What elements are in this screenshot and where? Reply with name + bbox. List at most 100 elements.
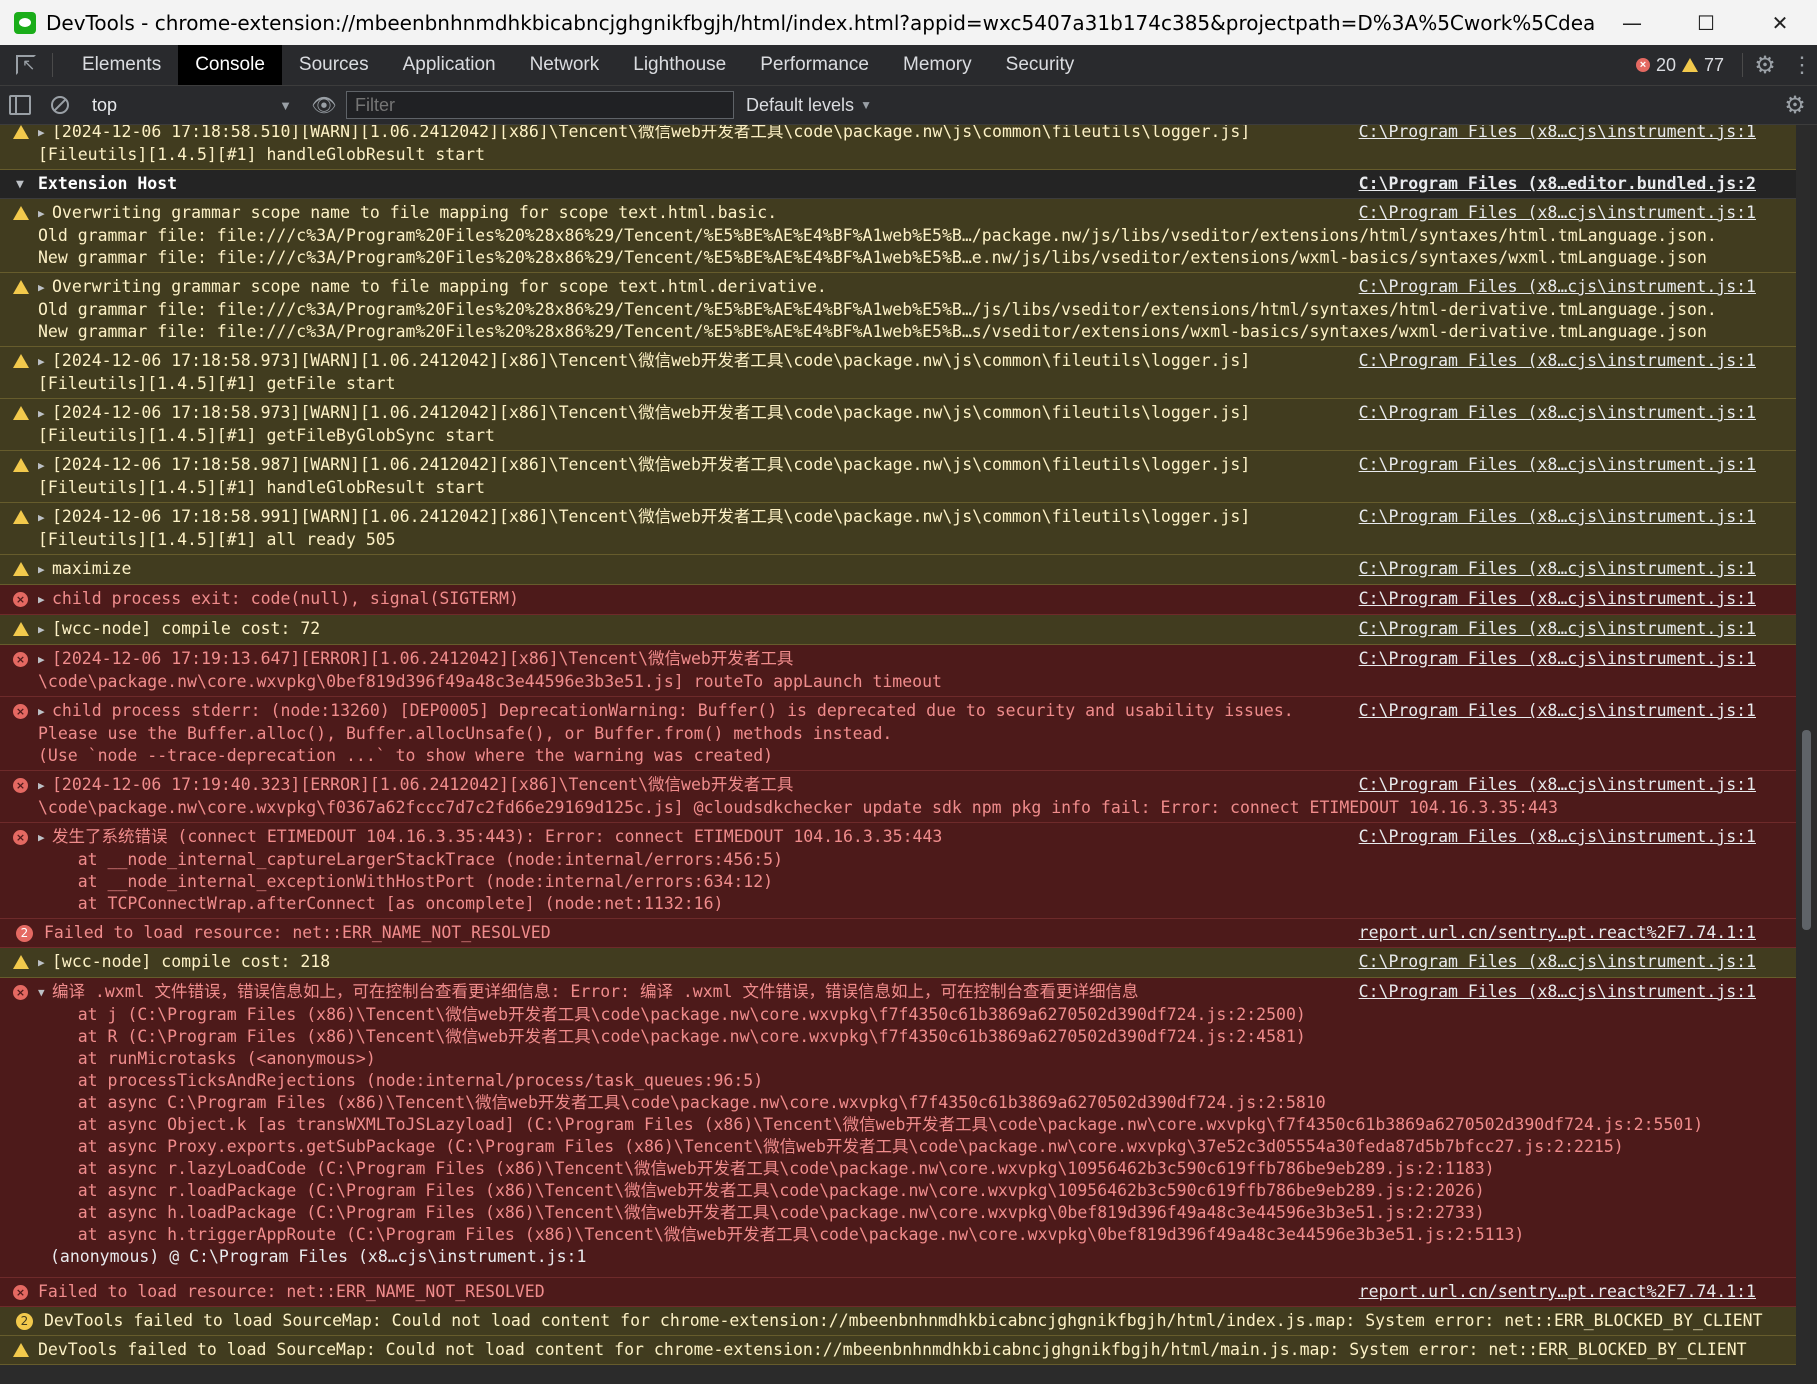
source-link[interactable]: C:\Program Files (x8…cjs\instrument.js:1 bbox=[1359, 618, 1756, 640]
console-warning-message[interactable]: ▶ [wcc-node] compile cost: 218 C:\Program … bbox=[0, 948, 1796, 978]
expand-triangle-icon[interactable]: ▼ bbox=[16, 174, 24, 196]
minimize-button[interactable]: — bbox=[1595, 0, 1669, 45]
stack-anonymous-link[interactable]: (anonymous) @ C:\Program Files (x8…cjs\i… bbox=[38, 1246, 1496, 1274]
tab-sources[interactable]: Sources bbox=[282, 45, 386, 85]
console-warning-message[interactable]: 2 DevTools failed to load SourceMap: Coul… bbox=[0, 1307, 1796, 1336]
message-text: at processTicksAndRejections (node:inter… bbox=[38, 1071, 764, 1090]
console-error-message[interactable]: × ▶ [2024-12-06 17:19:13.647][ERROR][1.06.… bbox=[0, 645, 1796, 697]
console-messages[interactable]: ▶ [2024-12-06 17:18:58.510][WARN][1.06.24… bbox=[0, 125, 1796, 1384]
maximize-button[interactable]: ☐ bbox=[1669, 0, 1743, 45]
tab-elements[interactable]: Elements bbox=[65, 45, 178, 85]
source-link[interactable]: C:\Program Files (x8…cjs\instrument.js:1 bbox=[1359, 826, 1756, 848]
warning-icon bbox=[13, 406, 29, 420]
source-link[interactable]: C:\Program Files (x8…cjs\instrument.js:1 bbox=[1359, 774, 1756, 796]
console-warning-message[interactable]: DevTools failed to load SourceMap: Could… bbox=[0, 1336, 1796, 1365]
expand-triangle-icon[interactable]: ▶ bbox=[38, 589, 52, 611]
source-link[interactable]: C:\Program Files (x8…cjs\instrument.js:1 bbox=[1359, 402, 1756, 424]
expand-triangle-icon[interactable]: ▶ bbox=[38, 701, 52, 723]
console-warning-message[interactable]: ▶ [2024-12-06 17:18:58.973][WARN][1.06.24… bbox=[0, 347, 1796, 399]
chevron-down-icon: ▼ bbox=[860, 98, 872, 112]
console-error-message[interactable]: × ▶ 发生了系统错误 (connect ETIMEDOUT 104.16.3.35… bbox=[0, 823, 1796, 919]
expand-triangle-icon[interactable]: ▶ bbox=[38, 649, 52, 671]
filter-input[interactable] bbox=[346, 91, 734, 119]
console-settings-gear-icon[interactable]: ⚙ bbox=[1773, 91, 1817, 120]
source-link[interactable]: C:\Program Files (x8…cjs\instrument.js:1 bbox=[1359, 125, 1756, 143]
warning-icon bbox=[13, 125, 29, 139]
tab-network[interactable]: Network bbox=[513, 45, 617, 85]
source-link[interactable]: report.url.cn/sentry…pt.react%2F7.74.1:1 bbox=[1359, 922, 1756, 944]
warning-icon bbox=[13, 206, 29, 220]
source-link[interactable]: C:\Program Files (x8…cjs\instrument.js:1 bbox=[1359, 588, 1756, 610]
message-line: Extension Host bbox=[38, 173, 1496, 195]
console-warning-message[interactable]: ▶ [2024-12-06 17:18:58.987][WARN][1.06.24… bbox=[0, 451, 1796, 503]
source-link[interactable]: C:\Program Files (x8…cjs\instrument.js:1 bbox=[1359, 981, 1756, 1003]
expand-triangle-icon[interactable]: ▶ bbox=[38, 775, 52, 797]
console-error-message[interactable]: × ▼ 编译 .wxml 文件错误，错误信息如上，可在控制台查看更详细信息: Err… bbox=[0, 978, 1796, 1278]
scrollbar-thumb[interactable] bbox=[1802, 730, 1811, 930]
tab-performance[interactable]: Performance bbox=[743, 45, 886, 85]
expand-triangle-icon[interactable]: ▶ bbox=[38, 455, 52, 477]
clear-console-icon[interactable] bbox=[40, 96, 80, 114]
expand-triangle-icon[interactable]: ▶ bbox=[38, 125, 52, 144]
more-options-icon[interactable]: ⋮ bbox=[1787, 52, 1817, 78]
expand-triangle-icon[interactable]: ▶ bbox=[38, 203, 52, 225]
source-link[interactable]: C:\Program Files (x8…editor.bundled.js:2 bbox=[1359, 173, 1756, 195]
expand-triangle-icon[interactable]: ▶ bbox=[38, 277, 52, 299]
console-warning-message[interactable]: ▶ maximize C:\Program Files (x8…cjs\instru… bbox=[0, 555, 1796, 585]
source-link[interactable]: C:\Program Files (x8…cjs\instrument.js:1 bbox=[1359, 951, 1756, 973]
expand-triangle-icon[interactable]: ▶ bbox=[38, 559, 52, 581]
source-link[interactable]: C:\Program Files (x8…cjs\instrument.js:1 bbox=[1359, 276, 1756, 298]
tab-memory[interactable]: Memory bbox=[886, 45, 989, 85]
tab-security[interactable]: Security bbox=[989, 45, 1092, 85]
warning-icon bbox=[13, 354, 29, 368]
source-link[interactable]: C:\Program Files (x8…cjs\instrument.js:1 bbox=[1359, 350, 1756, 372]
source-link[interactable]: C:\Program Files (x8…cjs\instrument.js:1 bbox=[1359, 558, 1756, 580]
expand-triangle-icon[interactable]: ▶ bbox=[38, 619, 52, 641]
message-text: Failed to load resource: net::ERR_NAME_N… bbox=[44, 923, 551, 942]
tab-lighthouse[interactable]: Lighthouse bbox=[616, 45, 743, 85]
console-error-message[interactable]: 2 Failed to load resource: net::ERR_NAME_… bbox=[0, 919, 1796, 948]
source-link[interactable]: C:\Program Files (x8…cjs\instrument.js:1 bbox=[1359, 454, 1756, 476]
source-link[interactable]: C:\Program Files (x8…cjs\instrument.js:1 bbox=[1359, 648, 1756, 670]
close-button[interactable]: ✕ bbox=[1743, 0, 1817, 45]
expand-triangle-icon[interactable]: ▶ bbox=[38, 403, 52, 425]
issue-counts[interactable]: × 20 77 bbox=[1635, 55, 1724, 76]
console-warning-message[interactable]: ▶ [2024-12-06 17:18:58.510][WARN][1.06.24… bbox=[0, 125, 1796, 170]
message-line: at async h.triggerAppRoute (C:\Program F… bbox=[38, 1224, 1525, 1246]
console-warning-message[interactable]: ▶ [wcc-node] compile cost: 72 C:\Program F… bbox=[0, 615, 1796, 645]
console-error-message[interactable]: × ▶ child process exit: code(null), signal… bbox=[0, 585, 1796, 615]
settings-gear-icon[interactable]: ⚙ bbox=[1743, 51, 1787, 80]
log-levels-dropdown[interactable]: Default levels ▼ bbox=[746, 95, 872, 116]
console-scrollbar[interactable] bbox=[1796, 125, 1817, 1384]
message-line: at processTicksAndRejections (node:inter… bbox=[38, 1070, 1496, 1092]
source-link[interactable]: report.url.cn/sentry…pt.react%2F7.74.1:1 bbox=[1359, 1281, 1756, 1303]
source-link[interactable]: C:\Program Files (x8…cjs\instrument.js:1 bbox=[1359, 700, 1756, 722]
tab-console[interactable]: Console bbox=[178, 45, 282, 85]
console-warning-message[interactable]: ▶ Overwriting grammar scope name to file … bbox=[0, 273, 1796, 347]
message-line: \code\package.nw\core.wxvpkg\f0367a62fcc… bbox=[38, 797, 1558, 819]
inspect-element-icon[interactable] bbox=[0, 45, 52, 85]
message-line: Old grammar file: file:///c%3A/Program%2… bbox=[38, 299, 1717, 321]
message-line: Old grammar file: file:///c%3A/Program%2… bbox=[38, 225, 1717, 247]
source-link[interactable]: C:\Program Files (x8…cjs\instrument.js:1 bbox=[1359, 506, 1756, 528]
expand-triangle-icon[interactable]: ▶ bbox=[38, 351, 52, 373]
console-group-header[interactable]: ▼ Extension Host C:\Program Files (x8…edit… bbox=[0, 170, 1796, 199]
console-error-message[interactable]: × ▶ [2024-12-06 17:19:40.323][ERROR][1.06.… bbox=[0, 771, 1796, 823]
message-text: child process exit: code(null), signal(S… bbox=[52, 589, 519, 608]
expand-triangle-icon[interactable]: ▶ bbox=[38, 827, 52, 849]
expand-triangle-icon[interactable]: ▶ bbox=[38, 952, 52, 974]
console-warning-message[interactable]: ▶ [2024-12-06 17:18:58.991][WARN][1.06.24… bbox=[0, 503, 1796, 555]
expand-triangle-icon[interactable]: ▶ bbox=[38, 507, 52, 529]
message-line: ▶ [wcc-node] compile cost: 218 bbox=[38, 951, 1496, 974]
live-expression-eye-icon[interactable]: 👁 bbox=[302, 93, 346, 118]
source-link[interactable]: C:\Program Files (x8…cjs\instrument.js:1 bbox=[1359, 202, 1756, 224]
collapse-triangle-icon[interactable]: ▼ bbox=[38, 982, 52, 1004]
context-selector[interactable]: top ▼ bbox=[80, 90, 302, 120]
console-warning-message[interactable]: ▶ [2024-12-06 17:18:58.973][WARN][1.06.24… bbox=[0, 399, 1796, 451]
console-error-message[interactable]: × Failed to load resource: net::ERR_NAME_… bbox=[0, 1278, 1796, 1307]
console-error-message[interactable]: × ▶ child process stderr: (node:13260) [DE… bbox=[0, 697, 1796, 771]
show-sidebar-icon[interactable] bbox=[0, 95, 40, 115]
tab-application[interactable]: Application bbox=[386, 45, 513, 85]
message-text: Old grammar file: file:///c%3A/Program%2… bbox=[38, 300, 1717, 319]
console-warning-message[interactable]: ▶ Overwriting grammar scope name to file … bbox=[0, 199, 1796, 273]
